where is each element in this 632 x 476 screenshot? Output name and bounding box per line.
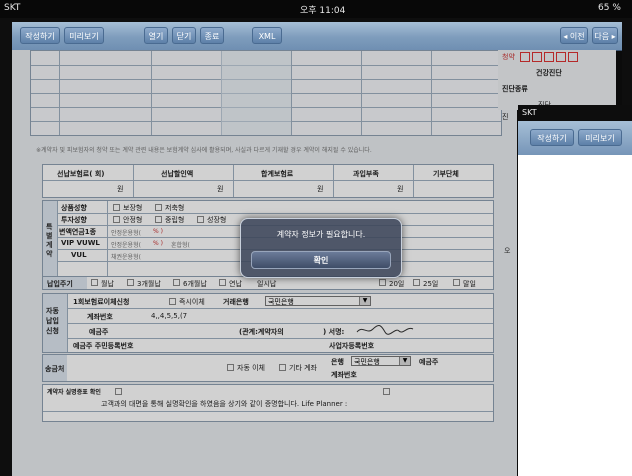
- quit-button[interactable]: 종료: [200, 27, 224, 44]
- preview-button[interactable]: 미리보기: [64, 27, 104, 44]
- next-button[interactable]: 다음 ▸: [592, 27, 618, 44]
- preview-window: SKT 작성하기 미리보기: [518, 105, 632, 476]
- alert-ok-button[interactable]: 확인: [251, 251, 391, 269]
- popup-carrier: SKT: [522, 108, 537, 117]
- main-toolbar: 작성하기 미리보기 열기 닫기 종료 XML ◂ 이전 다음 ▸: [12, 22, 622, 51]
- status-bar: SKT 오후 11:04 65 %: [0, 0, 632, 18]
- battery-label: 65 %: [598, 3, 621, 13]
- clock: 오후 11:04: [300, 6, 346, 16]
- alert-message: 계약자 정보가 필요합니다.: [276, 230, 366, 239]
- write-button[interactable]: 작성하기: [20, 27, 60, 44]
- popup-status-bar: SKT: [518, 105, 632, 121]
- popup-write-button[interactable]: 작성하기: [530, 129, 574, 146]
- close-button[interactable]: 닫기: [172, 27, 196, 44]
- popup-toolbar: 작성하기 미리보기: [518, 121, 632, 155]
- xml-button[interactable]: XML: [252, 27, 282, 44]
- popup-preview-button[interactable]: 미리보기: [578, 129, 622, 146]
- carrier-label: SKT: [4, 3, 21, 13]
- alert-dialog: 계약자 정보가 필요합니다. 확인: [240, 218, 402, 278]
- prev-button[interactable]: ◂ 이전: [560, 27, 588, 44]
- open-button[interactable]: 열기: [144, 27, 168, 44]
